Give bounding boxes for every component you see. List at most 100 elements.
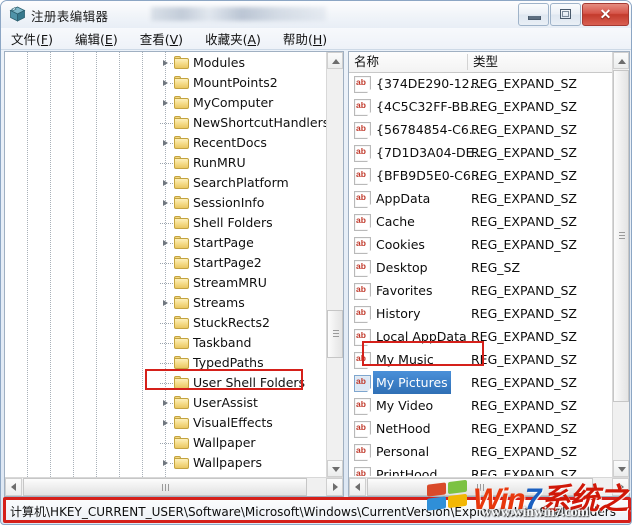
string-value-icon	[354, 99, 371, 116]
list-column-headers: 名称 类型	[349, 52, 613, 73]
tree-item-typedpaths[interactable]: TypedPaths	[5, 353, 327, 373]
tree-item-label: SessionInfo	[193, 195, 265, 210]
expand-arrow-icon[interactable]	[160, 453, 170, 473]
column-header-name[interactable]: 名称	[349, 52, 467, 72]
tree-item-searchplatform[interactable]: SearchPlatform	[5, 173, 327, 193]
menu-item-3[interactable]: 查看(V)	[140, 29, 183, 48]
tree-item-label: StreamMRU	[193, 275, 267, 290]
tree-horizontal-scrollbar[interactable]	[5, 477, 343, 496]
tree-item-newshortcuthandlers[interactable]: NewShortcutHandlers	[5, 113, 327, 133]
tree-item-recentdocs[interactable]: RecentDocs	[5, 133, 327, 153]
value-row[interactable]: Favorites REG_EXPAND_SZ	[349, 279, 613, 302]
list-scroll-right-button[interactable]	[612, 478, 629, 496]
string-value-icon	[354, 145, 371, 162]
chevron-right-icon	[619, 483, 624, 491]
tree-scroll-left-button[interactable]	[5, 478, 22, 496]
tree-scroll-right-button[interactable]	[326, 478, 343, 496]
tree-item-sessioninfo[interactable]: SessionInfo	[5, 193, 327, 213]
tree-hscrollbar-thumb[interactable]	[23, 478, 307, 496]
tree-item-stuckrects2[interactable]: StuckRects2	[5, 313, 327, 333]
folder-icon	[174, 396, 190, 409]
expand-arrow-icon[interactable]	[160, 133, 170, 153]
tree-item-streammru[interactable]: StreamMRU	[5, 273, 327, 293]
tree-item-mycomputer[interactable]: MyComputer	[5, 93, 327, 113]
tree-item-startpage2[interactable]: StartPage2	[5, 253, 327, 273]
folder-icon	[174, 296, 190, 309]
list-vertical-scrollbar[interactable]	[612, 52, 629, 477]
column-header-type[interactable]: 类型	[468, 52, 613, 72]
value-row[interactable]: {374DE290-12...REG_EXPAND_SZ	[349, 72, 613, 95]
expand-arrow-icon[interactable]	[160, 93, 170, 113]
value-type: REG_EXPAND_SZ	[471, 467, 577, 476]
tree-vertical-scrollbar[interactable]	[326, 52, 343, 477]
tree-item-wallpaper[interactable]: Wallpaper	[5, 433, 327, 453]
value-row[interactable]: Desktop REG_SZ	[349, 256, 613, 279]
menu-item-accelerator: (F)	[36, 32, 53, 47]
registry-tree[interactable]: Modules MountPoints2 MyComputer NewShortcut…	[5, 52, 327, 477]
value-row[interactable]: My Video REG_EXPAND_SZ	[349, 394, 613, 417]
expand-arrow-icon[interactable]	[160, 173, 170, 193]
value-row[interactable]: Cache REG_EXPAND_SZ	[349, 210, 613, 233]
value-row[interactable]: AppData REG_EXPAND_SZ	[349, 187, 613, 210]
value-row[interactable]: My Pictures REG_EXPAND_SZ	[349, 371, 613, 394]
minimize-button[interactable]	[518, 3, 549, 26]
string-value-icon	[354, 260, 371, 277]
expand-arrow-icon[interactable]	[160, 53, 170, 73]
menu-item-accelerator: (E)	[100, 32, 118, 47]
menu-item-5[interactable]: 帮助(H)	[283, 29, 327, 48]
tree-item-shell-folders[interactable]: Shell Folders	[5, 213, 327, 233]
close-button[interactable]: ✕	[582, 3, 629, 26]
value-row[interactable]: {7D1D3A04-DE...REG_EXPAND_SZ	[349, 141, 613, 164]
expand-arrow-icon[interactable]	[160, 293, 170, 313]
list-scroll-down-button[interactable]	[613, 460, 629, 477]
tree-item-taskband[interactable]: Taskband	[5, 333, 327, 353]
tree-item-mountpoints2[interactable]: MountPoints2	[5, 73, 327, 93]
string-value-icon	[354, 191, 371, 208]
menu-item-1[interactable]: 文件(F)	[11, 29, 53, 48]
tree-item-user-shell-folders[interactable]: User Shell Folders	[5, 373, 327, 393]
list-scrollbar-thumb[interactable]	[613, 70, 629, 402]
list-horizontal-scrollbar[interactable]	[349, 477, 629, 496]
tree-item-visualeffects[interactable]: VisualEffects	[5, 413, 327, 433]
string-value-icon	[354, 352, 371, 369]
value-row[interactable]: PrintHood REG_EXPAND_SZ	[349, 463, 613, 476]
tree-item-startpage[interactable]: StartPage	[5, 233, 327, 253]
tree-item-modules[interactable]: Modules	[5, 53, 327, 73]
tree-item-userassist[interactable]: UserAssist	[5, 393, 327, 413]
list-scroll-up-button[interactable]	[613, 52, 629, 69]
maximize-button[interactable]	[550, 3, 581, 26]
value-row[interactable]: Local AppData REG_EXPAND_SZ	[349, 325, 613, 348]
list-hscrollbar-thumb[interactable]	[367, 478, 593, 496]
value-row[interactable]: {BFB9D5E0-C6...REG_EXPAND_SZ	[349, 164, 613, 187]
tree-scroll-down-button[interactable]	[327, 460, 343, 477]
value-list[interactable]: {374DE290-12...REG_EXPAND_SZ{4C5C32FF-BB…	[349, 72, 613, 476]
folder-icon	[174, 56, 190, 69]
expand-arrow-icon[interactable]	[160, 73, 170, 93]
menu-item-2[interactable]: 编辑(E)	[75, 29, 118, 48]
menu-item-4[interactable]: 收藏夹(A)	[205, 29, 261, 48]
value-row[interactable]: {4C5C32FF-BB...REG_EXPAND_SZ	[349, 95, 613, 118]
value-row[interactable]: {56784854-C6...REG_EXPAND_SZ	[349, 118, 613, 141]
expand-arrow-icon[interactable]	[160, 393, 170, 413]
value-type: REG_EXPAND_SZ	[471, 145, 577, 160]
expand-arrow-icon[interactable]	[160, 413, 170, 433]
menu-item-text: 帮助	[282, 32, 308, 47]
current-key-path: 计算机\HKEY_CURRENT_USER\Software\Microsoft…	[10, 505, 616, 519]
chevron-right-icon	[333, 483, 338, 491]
tree-item-streams[interactable]: Streams	[5, 293, 327, 313]
value-row[interactable]: Cookies REG_EXPAND_SZ	[349, 233, 613, 256]
tree-scroll-up-button[interactable]	[327, 52, 343, 69]
expand-arrow-icon[interactable]	[160, 233, 170, 253]
value-row[interactable]: History REG_EXPAND_SZ	[349, 302, 613, 325]
close-icon: ✕	[599, 6, 612, 22]
expand-arrow-icon[interactable]	[160, 193, 170, 213]
list-scroll-left-button[interactable]	[349, 478, 366, 496]
value-row[interactable]: NetHood REG_EXPAND_SZ	[349, 417, 613, 440]
value-row[interactable]: My Music REG_EXPAND_SZ	[349, 348, 613, 371]
tree-item-runmru[interactable]: RunMRU	[5, 153, 327, 173]
folder-icon	[174, 236, 190, 249]
tree-scrollbar-thumb[interactable]	[327, 310, 343, 358]
value-row[interactable]: Personal REG_EXPAND_SZ	[349, 440, 613, 463]
value-name: History	[376, 306, 421, 321]
tree-item-wallpapers[interactable]: Wallpapers	[5, 453, 327, 473]
